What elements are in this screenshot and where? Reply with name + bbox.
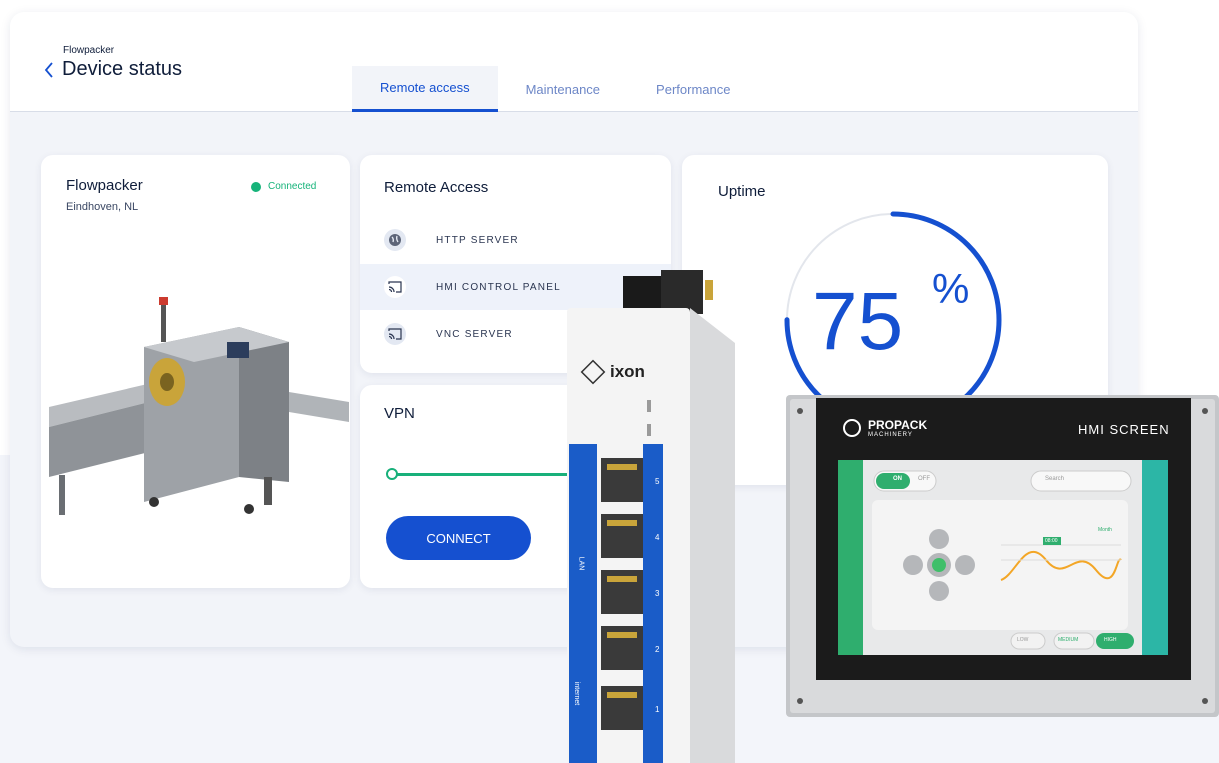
status-dot-icon	[251, 181, 261, 192]
gateway-port-label: 4	[655, 533, 660, 542]
hmi-panel-image	[786, 395, 1219, 717]
page-header: Flowpacker Device status Remote access M…	[10, 12, 1138, 112]
gateway-brand: ixon	[610, 362, 645, 381]
gateway-port-label: 5	[655, 477, 660, 486]
status-label: Connected	[268, 181, 317, 192]
remote-item-label: HMI CONTROL PANEL	[436, 281, 561, 293]
tab-maintenance[interactable]: Maintenance	[498, 66, 628, 112]
hmi-chart-badge: 08:00	[1045, 538, 1058, 544]
connect-button[interactable]: CONNECT	[386, 516, 531, 560]
vpn-title: VPN	[384, 405, 415, 422]
device-card: Flowpacker Eindhoven, NL Connected	[41, 155, 350, 588]
cast-icon	[384, 323, 406, 345]
remote-item-label: VNC SERVER	[436, 328, 513, 340]
page-title: Device status	[62, 58, 183, 80]
gateway-port-label: 3	[655, 589, 660, 598]
remote-item-http-server[interactable]: HTTP SERVER	[360, 217, 671, 263]
device-name: Flowpacker	[66, 177, 143, 194]
breadcrumb[interactable]: Flowpacker	[63, 45, 114, 56]
hmi-speed-button: LOW	[1017, 637, 1029, 643]
status-badge: Connected	[251, 181, 316, 192]
uptime-title: Uptime	[718, 183, 766, 200]
gateway-port-label: 2	[655, 645, 660, 654]
packaging-machine-image	[49, 297, 349, 515]
uptime-value: 75	[812, 276, 904, 367]
title-row: Device status	[42, 58, 182, 81]
tab-remote-access[interactable]: Remote access	[352, 66, 498, 112]
device-location: Eindhoven, NL	[66, 201, 139, 213]
globe-icon	[384, 229, 406, 251]
hmi-search-input: Search	[1045, 476, 1065, 482]
remote-access-title: Remote Access	[384, 179, 489, 196]
hmi-chart-label: Month	[1098, 527, 1112, 533]
gateway-lan-label: LAN	[577, 556, 585, 571]
vpn-connection-line	[396, 473, 576, 476]
hmi-brand-sub: MACHINERY	[868, 432, 913, 438]
ixon-gateway-image	[567, 270, 735, 763]
hmi-speed-button: MEDIUM	[1058, 637, 1079, 643]
hmi-speed-button: HIGH	[1104, 637, 1117, 643]
gateway-port-label: 1	[655, 705, 660, 714]
uptime-unit: %	[932, 265, 970, 312]
remote-item-label: HTTP SERVER	[436, 234, 519, 246]
vpn-start-node	[386, 468, 398, 480]
hmi-toggle-off: OFF	[918, 476, 930, 482]
hmi-brand: PROPACK	[868, 418, 928, 432]
cast-icon	[384, 276, 406, 298]
tab-performance[interactable]: Performance	[628, 66, 758, 112]
chevron-left-icon[interactable]	[42, 60, 56, 80]
hmi-toggle-on: ON	[893, 476, 902, 482]
hmi-title: HMI SCREEN	[1078, 422, 1170, 437]
tab-bar: Remote access Maintenance Performance	[352, 66, 758, 112]
gateway-wan-label: internet	[573, 681, 581, 706]
